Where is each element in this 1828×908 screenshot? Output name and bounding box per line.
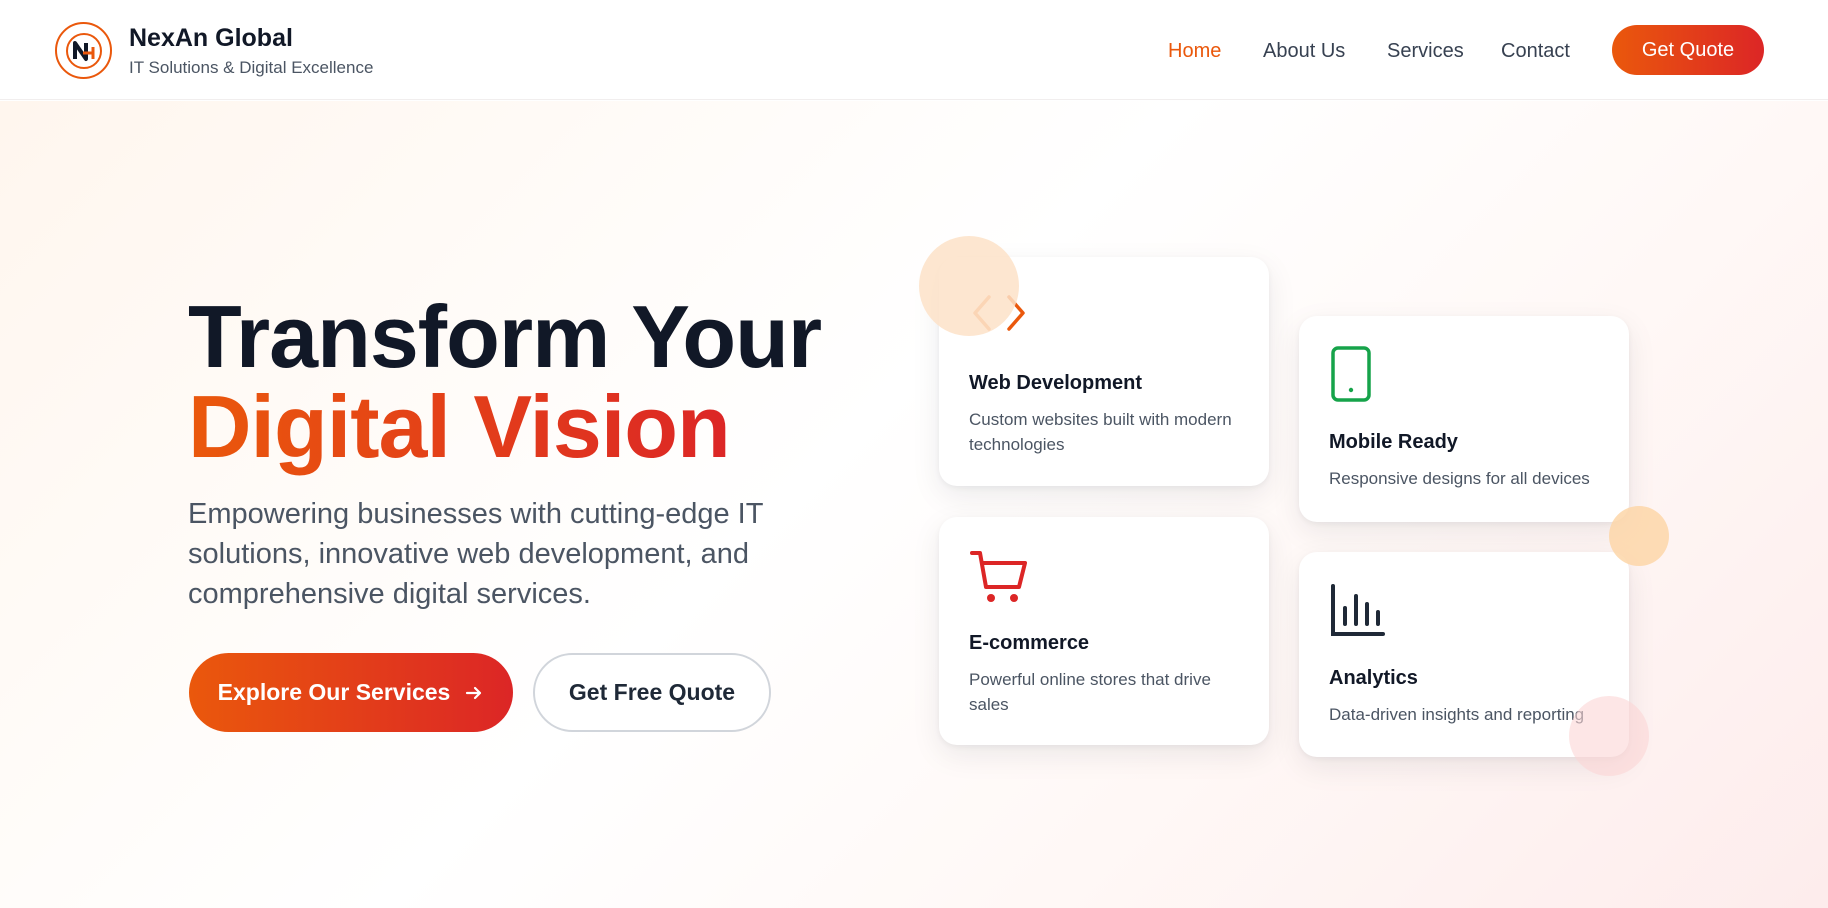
decorative-blob-pink: [1569, 696, 1649, 776]
feature-card-e-commerce[interactable]: E-commerce Powerful online stores that d…: [939, 517, 1269, 745]
decorative-blob-peach: [919, 236, 1019, 336]
feature-description: Responsive designs for all devices: [1329, 469, 1590, 488]
nav-link-home[interactable]: Home: [1168, 40, 1221, 63]
mobile-icon: [1331, 346, 1371, 402]
feature-description: Powerful online stores that drive sales: [969, 670, 1211, 714]
nav-link-about-us[interactable]: About Us: [1263, 40, 1345, 63]
feature-title: Mobile Ready: [1329, 431, 1458, 453]
nav-link-services[interactable]: Services: [1387, 40, 1464, 63]
brand-tagline: IT Solutions & Digital Excellence: [129, 58, 374, 77]
hero-subtitle: Empowering businesses with cutting-edge …: [188, 498, 763, 610]
arrow-right-icon: [466, 686, 482, 699]
get-quote-button[interactable]: Get Quote: [1612, 25, 1764, 75]
feature-title: E-commerce: [969, 632, 1090, 654]
feature-title: Web Development: [969, 372, 1142, 394]
cart-icon: [970, 551, 1027, 602]
feature-description: Custom websites built with modern techno…: [969, 410, 1232, 454]
site-header: NexAn Global IT Solutions & Digital Exce…: [0, 0, 1828, 100]
nav-link-contact[interactable]: Contact: [1501, 40, 1570, 63]
hero-section: Transform Your Digital Vision Empowering…: [0, 101, 1828, 908]
explore-services-label: Explore Our Services: [217, 679, 451, 705]
decorative-blob-orange: [1609, 506, 1669, 566]
explore-services-button[interactable]: Explore Our Services: [189, 653, 513, 732]
hero-title-line1: Transform Your: [188, 287, 822, 386]
bar-chart-icon: [1331, 584, 1385, 636]
feature-title: Analytics: [1329, 667, 1418, 689]
brand-name[interactable]: NexAn Global: [129, 24, 293, 53]
hero-title-line2: Digital Vision: [188, 377, 731, 476]
nexan-logo-icon[interactable]: [55, 22, 112, 79]
feature-card-mobile-ready[interactable]: Mobile Ready Responsive designs for all …: [1299, 316, 1629, 522]
get-free-quote-button[interactable]: Get Free Quote: [533, 653, 771, 732]
